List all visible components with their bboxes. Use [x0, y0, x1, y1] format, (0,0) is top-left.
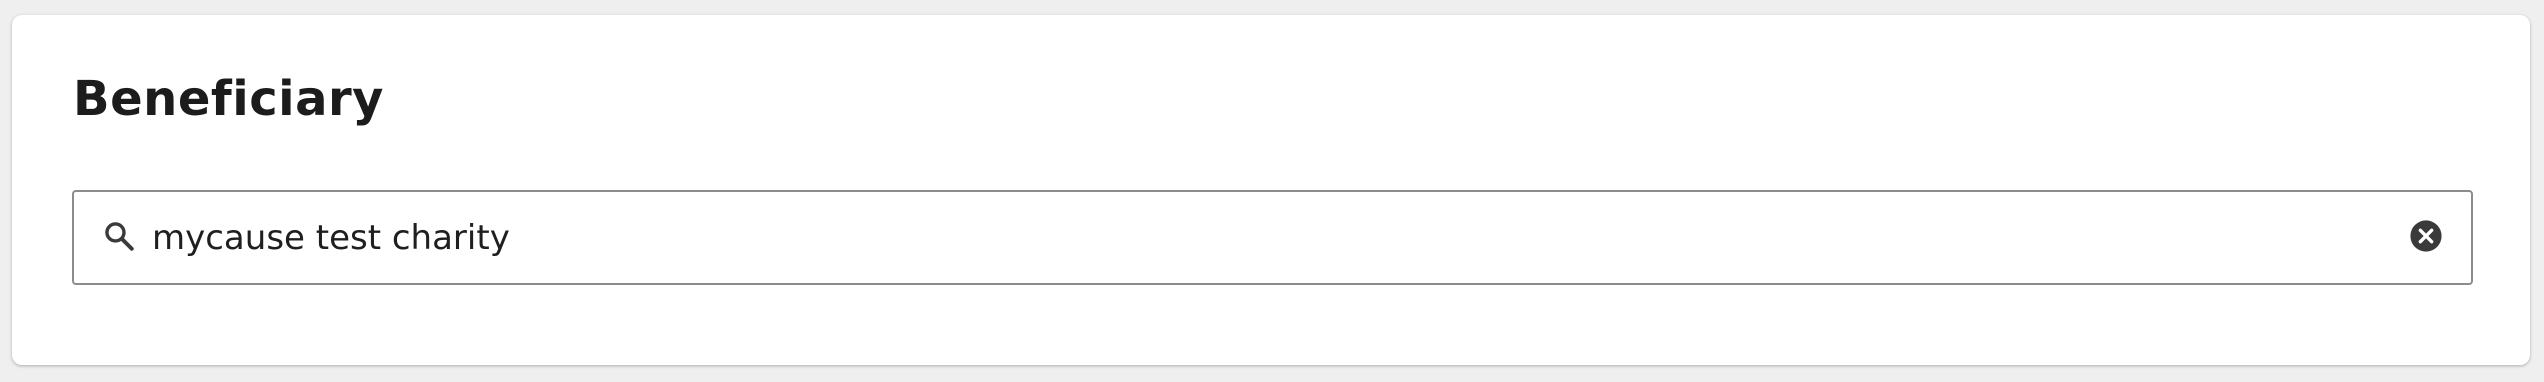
beneficiary-search-field[interactable]: mycause test charity: [72, 190, 2473, 285]
clear-search-icon[interactable]: [2409, 219, 2443, 257]
search-input[interactable]: mycause test charity: [152, 218, 2409, 258]
section-title: Beneficiary: [73, 71, 384, 127]
beneficiary-card: Beneficiary mycause test charity: [12, 15, 2530, 365]
search-icon: [102, 219, 136, 257]
